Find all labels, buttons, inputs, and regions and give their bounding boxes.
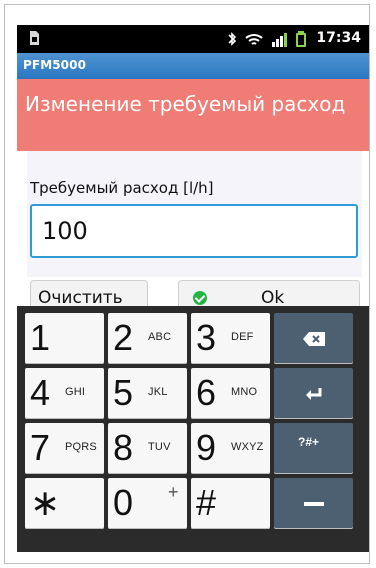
key-digit: 0 xyxy=(113,482,134,523)
clear-button-label: Очистить xyxy=(38,288,123,308)
key-7[interactable]: 7 PQRS xyxy=(25,423,104,474)
dialog-header: Изменение требуемый расход xyxy=(17,79,369,151)
app-title-bar: PFM5000 xyxy=(17,53,369,79)
wifi-icon xyxy=(245,32,263,51)
key-plus: + xyxy=(168,482,179,502)
battery-icon xyxy=(295,31,307,51)
flow-rate-input[interactable]: 100 xyxy=(30,204,358,258)
key-letters: MNO xyxy=(231,386,258,398)
flow-rate-label: Требуемый расход [l/h] xyxy=(30,179,214,197)
numeric-keypad: 1 2 ABC 3 DEF 4 GHI 5 JKL 6 MNO 7 PQRS 8 TUV 9 W… xyxy=(17,306,369,552)
key-0[interactable]: 0 + xyxy=(108,478,187,529)
dialog-heading: Изменение требуемый расход xyxy=(25,92,346,116)
app-title: PFM5000 xyxy=(23,58,87,72)
key-digit: 7 xyxy=(30,427,51,468)
signal-bars-icon xyxy=(271,32,287,51)
flow-rate-value: 100 xyxy=(42,217,88,245)
key-1[interactable]: 1 xyxy=(25,313,104,364)
key-9[interactable]: 9 WXYZ xyxy=(191,423,270,474)
key-enter[interactable] xyxy=(274,368,353,419)
key-letters: GHI xyxy=(65,386,86,398)
key-letters: WXYZ xyxy=(231,441,264,453)
key-digit: 6 xyxy=(196,372,217,413)
key-asterisk[interactable]: ∗ xyxy=(25,478,104,529)
key-digit: 9 xyxy=(196,427,217,468)
sim-card-icon xyxy=(27,30,41,46)
key-digit: 1 xyxy=(30,317,51,358)
key-letters: DEF xyxy=(231,331,254,343)
bluetooth-icon xyxy=(227,31,237,51)
key-minus[interactable] xyxy=(274,478,353,529)
key-symbols[interactable]: ?#+ xyxy=(274,423,353,474)
key-digit: 5 xyxy=(113,372,134,413)
backspace-icon xyxy=(302,331,326,347)
enter-icon xyxy=(304,386,324,402)
status-time: 17:34 xyxy=(316,30,361,46)
key-digit: 2 xyxy=(113,317,134,358)
minus-icon xyxy=(303,501,324,507)
key-hash[interactable]: # xyxy=(191,478,270,529)
key-backspace[interactable] xyxy=(274,313,353,364)
key-symbol: ∗ xyxy=(30,482,61,523)
key-digit: 4 xyxy=(30,372,51,413)
key-2[interactable]: 2 ABC xyxy=(108,313,187,364)
key-letters: PQRS xyxy=(65,441,97,453)
key-3[interactable]: 3 DEF xyxy=(191,313,270,364)
key-5[interactable]: 5 JKL xyxy=(108,368,187,419)
status-bar: 17:34 xyxy=(17,25,369,53)
key-letters: ABC xyxy=(148,331,172,343)
key-6[interactable]: 6 MNO xyxy=(191,368,270,419)
key-4[interactable]: 4 GHI xyxy=(25,368,104,419)
symbols-label: ?#+ xyxy=(298,435,320,449)
key-digit: 8 xyxy=(113,427,134,468)
key-letters: JKL xyxy=(148,386,168,398)
key-letters: TUV xyxy=(148,441,171,453)
key-digit: 3 xyxy=(196,317,217,358)
key-symbol: # xyxy=(196,482,217,523)
ok-button-label: Ok xyxy=(261,288,285,308)
key-8[interactable]: 8 TUV xyxy=(108,423,187,474)
check-circle-icon xyxy=(193,291,207,305)
